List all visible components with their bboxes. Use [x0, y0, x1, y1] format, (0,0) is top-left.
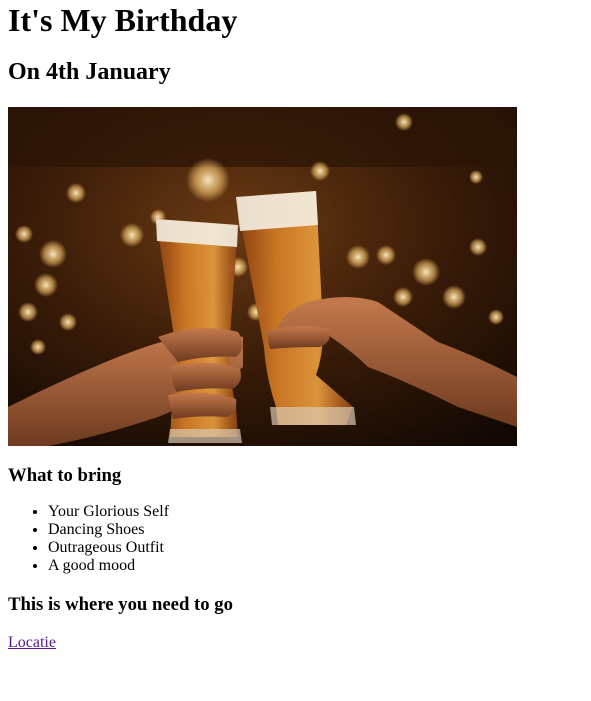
location-link[interactable]: Locatie — [8, 634, 56, 652]
page-content: It's My Birthday On 4th January What to … — [0, 0, 591, 652]
where-heading: This is where you need to go — [8, 594, 233, 615]
bring-heading: What to bring — [8, 465, 122, 486]
bring-list: Your Glorious Self Dancing Shoes Outrage… — [8, 503, 583, 575]
page-title: It's My Birthday — [8, 2, 238, 38]
list-item: A good mood — [48, 557, 583, 575]
page-subtitle: On 4th January — [8, 59, 171, 85]
list-item: Your Glorious Self — [48, 503, 583, 521]
list-item: Outrageous Outfit — [48, 539, 583, 557]
beer-toast-illustration — [8, 107, 517, 446]
beer-toast-photo — [8, 107, 517, 446]
list-item: Dancing Shoes — [48, 521, 583, 539]
